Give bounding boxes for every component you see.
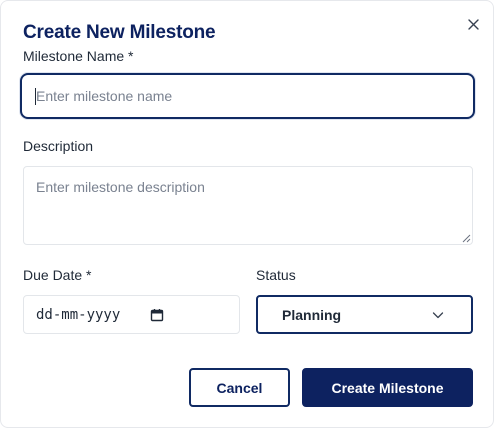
chevron-down-icon [432,312,444,319]
milestone-name-input[interactable] [20,73,475,119]
create-milestone-dialog: Create New Milestone Milestone Name * De… [0,0,494,428]
description-label: Description [23,138,94,154]
due-date-label: Due Date * [23,267,92,283]
close-icon [467,18,479,30]
resize-grip-icon[interactable] [462,234,471,243]
status-label: Status [256,267,296,283]
calendar-icon[interactable] [150,308,164,322]
due-date-input[interactable]: dd-mm-yyyy [23,295,240,334]
description-input[interactable] [23,166,473,245]
close-button[interactable] [463,14,483,34]
cancel-button[interactable]: Cancel [189,368,290,407]
status-select[interactable]: Planning [256,295,473,334]
dialog-title: Create New Milestone [23,22,216,43]
due-date-placeholder: dd-mm-yyyy [36,306,121,323]
text-caret [35,88,36,105]
milestone-name-label: Milestone Name * [23,48,134,64]
status-selected-value: Planning [282,306,342,323]
create-milestone-button[interactable]: Create Milestone [302,368,473,407]
